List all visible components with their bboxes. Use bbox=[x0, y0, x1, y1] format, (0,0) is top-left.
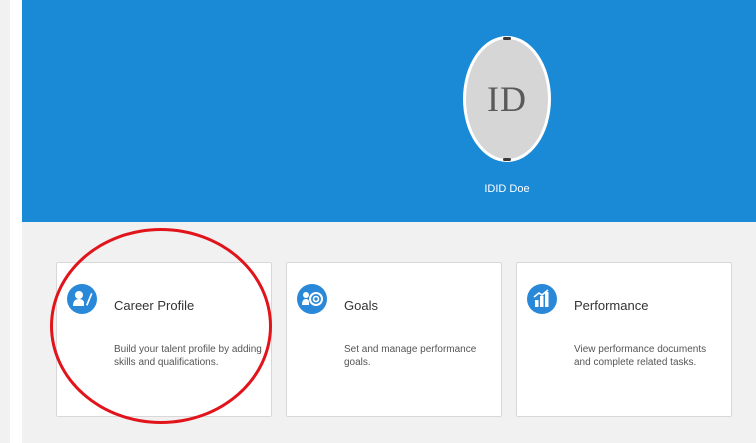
avatar-notch-top bbox=[503, 37, 511, 40]
goals-title[interactable]: Goals bbox=[344, 298, 378, 313]
avatar-notch-bottom bbox=[503, 158, 511, 161]
avatar[interactable]: ID bbox=[463, 36, 551, 162]
career-profile-title[interactable]: Career Profile bbox=[114, 298, 194, 313]
performance-title[interactable]: Performance bbox=[574, 298, 648, 313]
avatar-initials: ID bbox=[487, 79, 527, 119]
page: ID IDID Doe Career Profile Build your ta… bbox=[0, 0, 756, 443]
career-profile-description: Build your talent profile by adding skil… bbox=[114, 344, 262, 368]
performance-card[interactable]: Performance View performance documents a… bbox=[516, 262, 732, 417]
user-name: IDID Doe bbox=[484, 183, 530, 195]
goals-icon bbox=[297, 284, 327, 314]
profile-header bbox=[22, 0, 756, 222]
career-profile-icon bbox=[67, 284, 97, 314]
goals-description: Set and manage performance goals. bbox=[344, 344, 477, 368]
left-rail bbox=[0, 0, 10, 443]
goals-card[interactable]: Goals Set and manage performance goals. bbox=[286, 262, 502, 417]
career-profile-card[interactable]: Career Profile Build your talent profile… bbox=[56, 262, 272, 417]
performance-icon bbox=[527, 284, 557, 314]
performance-description: View performance documents and complete … bbox=[574, 344, 707, 368]
